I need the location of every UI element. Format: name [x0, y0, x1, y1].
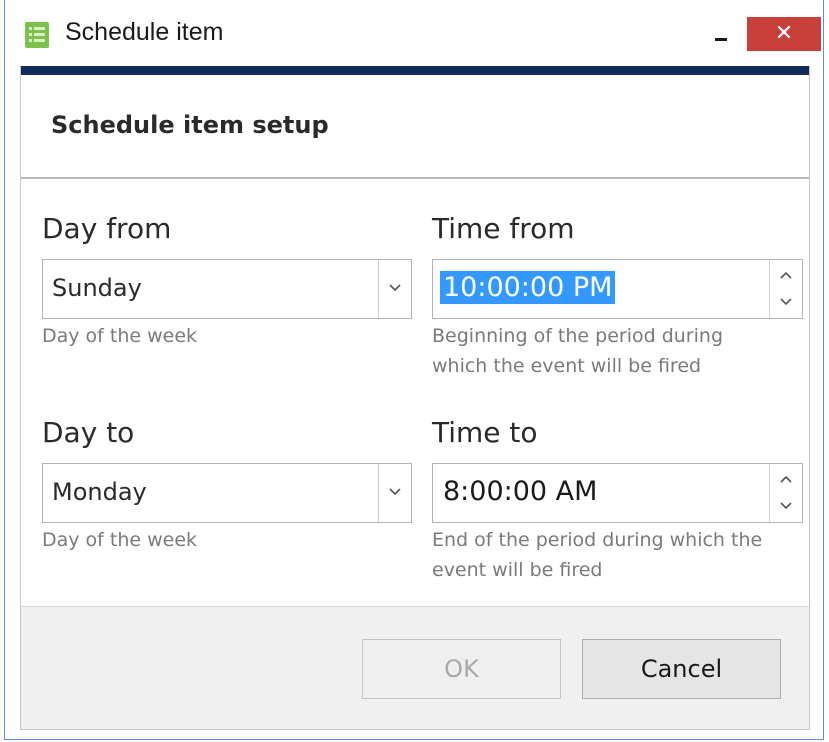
time-from-spin-buttons: [769, 260, 802, 318]
time-from-value[interactable]: 10:00:00 PM: [440, 271, 616, 304]
dialog-body: Schedule item setup Day from Sunday Day …: [20, 66, 810, 730]
time-to-spinner[interactable]: 8:00:00 AM: [432, 463, 803, 523]
time-to-spin-buttons: [769, 464, 802, 522]
time-from-hint-line1: Beginning of the period during: [432, 325, 724, 347]
day-to-select[interactable]: Monday: [42, 463, 412, 523]
day-from-label: Day from: [42, 212, 172, 245]
cancel-button[interactable]: Cancel: [582, 639, 781, 699]
time-to-decrement-button[interactable]: [770, 493, 802, 522]
day-to-dropdown-button[interactable]: [378, 464, 411, 522]
chevron-down-icon: [780, 298, 792, 306]
time-to-value[interactable]: 8:00:00 AM: [440, 475, 600, 508]
app-list-icon: [25, 22, 49, 48]
day-to-value: Monday: [52, 478, 147, 506]
day-to-label: Day to: [42, 416, 135, 449]
time-from-increment-button[interactable]: [770, 260, 802, 289]
chevron-down-icon: [389, 488, 401, 496]
title-bar[interactable]: Schedule item ✕: [5, 0, 823, 66]
chevron-down-icon: [780, 502, 792, 510]
time-from-hint-line2: which the event will be fired: [432, 355, 702, 377]
day-from-hint: Day of the week: [42, 325, 198, 347]
minimize-button[interactable]: [701, 14, 741, 54]
time-to-increment-button[interactable]: [770, 464, 802, 493]
dialog-header: Schedule item setup: [21, 75, 809, 179]
time-from-decrement-button[interactable]: [770, 289, 802, 318]
dialog-footer: OK Cancel: [21, 606, 809, 729]
chevron-up-icon: [780, 475, 792, 483]
day-from-value: Sunday: [52, 274, 142, 302]
day-from-select[interactable]: Sunday: [42, 259, 412, 319]
time-to-label: Time to: [432, 416, 538, 449]
schedule-item-window: Schedule item ✕ Schedule item setup Day …: [4, 0, 824, 740]
accent-bar: [21, 66, 809, 75]
chevron-down-icon: [389, 284, 401, 292]
day-from-dropdown-button[interactable]: [378, 260, 411, 318]
day-to-hint: Day of the week: [42, 529, 198, 551]
close-button[interactable]: ✕: [747, 17, 821, 51]
dialog-heading: Schedule item setup: [51, 111, 329, 139]
ok-button[interactable]: OK: [362, 639, 561, 699]
chevron-up-icon: [780, 271, 792, 279]
time-to-hint-line1: End of the period during which the: [432, 529, 763, 551]
window-title: Schedule item: [65, 18, 224, 46]
time-from-spinner[interactable]: 10:00:00 PM: [432, 259, 803, 319]
time-to-hint-line2: event will be fired: [432, 559, 603, 581]
time-from-label: Time from: [432, 212, 575, 245]
